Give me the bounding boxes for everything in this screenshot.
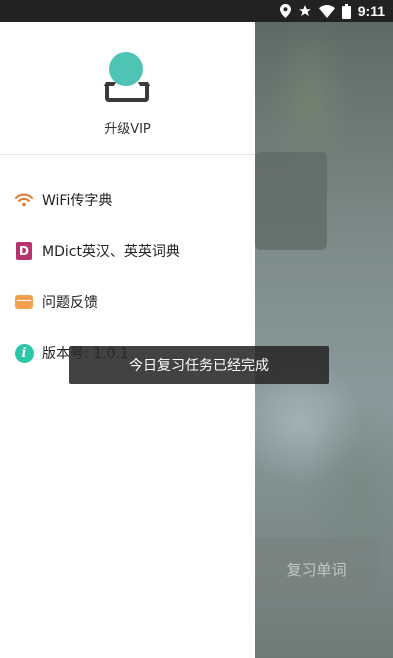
menu-item-wifi-transfer[interactable]: WiFi传字典 bbox=[0, 177, 255, 223]
feedback-mail-icon bbox=[14, 292, 34, 312]
toast-message: 今日复习任务已经完成 bbox=[69, 346, 329, 384]
info-glyph: i bbox=[14, 343, 34, 363]
dictionary-glyph: D bbox=[16, 242, 32, 260]
menu-item-label: 问题反馈 bbox=[42, 295, 98, 311]
review-words-button[interactable]: 复习单词 bbox=[255, 538, 378, 600]
avatar-icon[interactable] bbox=[105, 52, 149, 104]
status-time: 9:11 bbox=[357, 3, 385, 19]
menu-item-label: WiFi传字典 bbox=[42, 193, 113, 209]
battery-icon bbox=[341, 3, 351, 19]
dictionary-icon: D bbox=[14, 241, 34, 261]
menu-item-mdict[interactable]: D MDict英汉、英英词典 bbox=[0, 228, 255, 274]
navigation-drawer: 升级VIP WiFi传字典 D MDict英汉、英英词典 问题反馈 i 版本号:… bbox=[0, 22, 255, 658]
menu-item-feedback[interactable]: 问题反馈 bbox=[0, 279, 255, 325]
avatar-base bbox=[105, 86, 149, 102]
avatar-head bbox=[109, 52, 143, 86]
wifi-signal-icon bbox=[318, 4, 335, 18]
status-icons: 9:11 bbox=[279, 0, 385, 22]
background-panel bbox=[255, 152, 327, 250]
menu-item-label: MDict英汉、英英词典 bbox=[42, 244, 180, 260]
star-icon bbox=[298, 5, 311, 16]
upgrade-vip-link[interactable]: 升级VIP bbox=[0, 118, 255, 137]
status-bar: 9:11 bbox=[0, 0, 393, 22]
info-icon: i bbox=[14, 343, 34, 363]
drawer-header: 升级VIP bbox=[0, 22, 255, 155]
wifi-icon bbox=[14, 190, 34, 210]
location-icon bbox=[279, 4, 291, 18]
